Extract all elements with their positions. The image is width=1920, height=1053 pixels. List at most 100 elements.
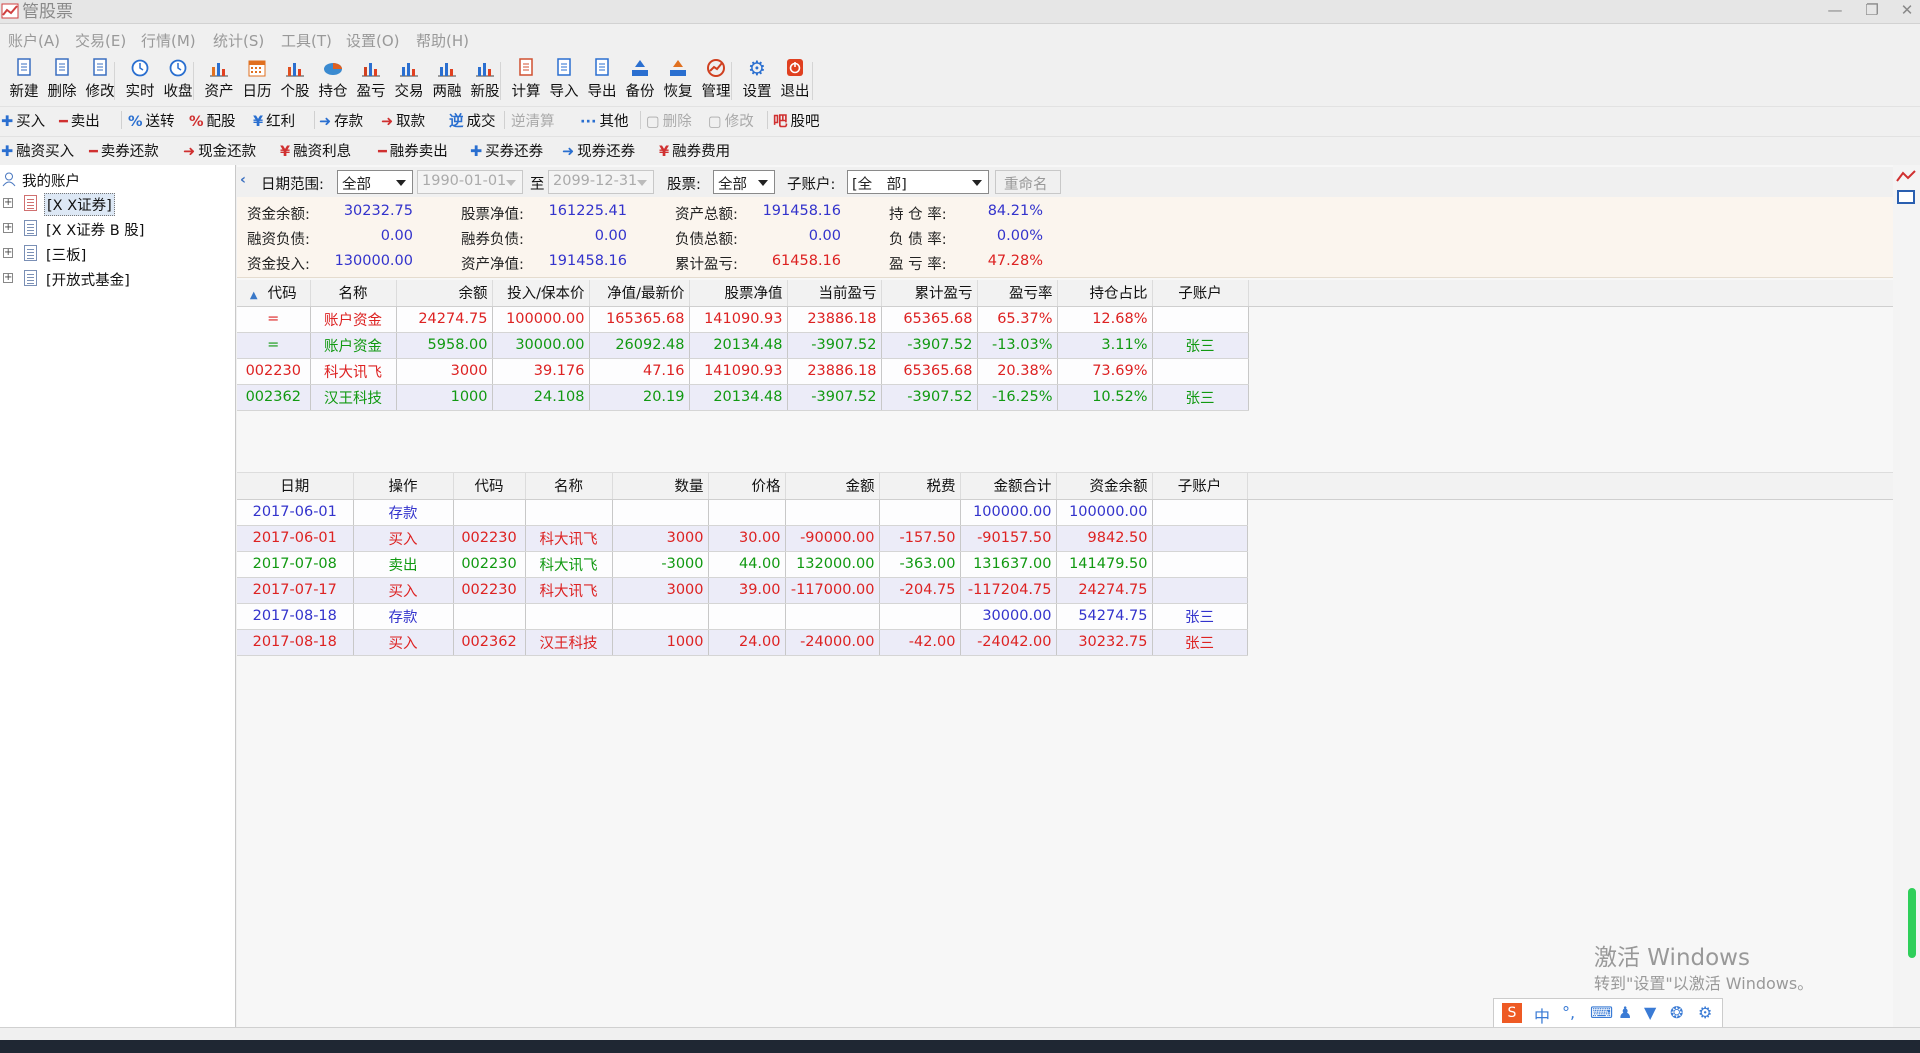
collapse-sidebar-icon[interactable]: ‹ [240,172,246,188]
window-icon[interactable] [1896,189,1916,205]
tree-item-xx-securities[interactable]: + [X X证券] [0,192,236,216]
holdings-column-header[interactable]: 子账户 [1152,280,1249,307]
holdings-column-header[interactable]: 累计盈亏 [881,280,978,307]
ime-logo-icon[interactable]: S [1502,1003,1522,1023]
transactions-column-header[interactable]: 金额 [785,473,880,500]
transactions-cell: -24042.00 [960,629,1057,656]
transactions-row[interactable]: 2017-07-17 买入 002230 科大讯飞 3000 39.00 -117000.0… [237,577,1248,604]
toolbar-separator [812,62,813,100]
ime-punct-icon[interactable]: °, [1562,1003,1575,1022]
transactions-cell [525,603,613,630]
op-margin-5[interactable]: ✚ 买券还券 [470,140,543,161]
ime-user-icon[interactable]: ♟ [1618,1003,1632,1022]
close-button[interactable]: ✕ [1892,0,1920,22]
tree-item-xx-securities-b[interactable]: + [X X证券 B 股] [0,217,236,241]
ime-mode-toggle[interactable]: 中 [1534,1003,1550,1027]
transactions-row[interactable]: 2017-06-01 买入 002230 科大讯飞 3000 30.00 -90000.00… [237,525,1248,552]
expand-icon[interactable]: + [3,248,13,258]
date-from-picker[interactable]: 1990-01-01 [417,170,523,194]
holdings-row[interactable]: = 账户资金 5958.00 30000.00 26092.48 20134.48 -390… [237,332,1249,359]
op-trade-9[interactable]: ··· 其他 [580,110,629,131]
op-trade-5[interactable]: ➜ 存款 [319,110,363,131]
holdings-column-header[interactable]: 名称 [310,280,397,307]
holdings-column-header[interactable]: 当前盈亏 [787,280,882,307]
op-trade-2[interactable]: % 送转 [128,110,175,131]
transactions-column-header[interactable]: 名称 [525,473,613,500]
op-trade-7[interactable]: 逆成交 [449,110,496,131]
op-margin-7[interactable]: ¥ 融券费用 [659,140,730,161]
holdings-column-header[interactable]: 持仓占比 [1057,280,1153,307]
tree-item-third-board[interactable]: + [三板] [0,242,236,266]
holdings-column-header[interactable]: ▲ 代码 [237,280,311,307]
transactions-column-header[interactable]: 资金余额 [1056,473,1153,500]
mini-chart-icon[interactable] [1896,169,1916,183]
scroll-indicator[interactable] [1908,888,1916,958]
tree-root[interactable]: 我的账户 [0,168,236,192]
transactions-row[interactable]: 2017-08-18 买入 002362 汉王科技 1000 24.00 -24000.00… [237,629,1248,656]
ime-tools-icon[interactable]: ❂ [1670,1003,1683,1022]
op-trade-0[interactable]: ✚ 买入 [1,110,45,131]
transactions-row[interactable]: 2017-07-08 卖出 002230 科大讯飞 -3000 44.00 132000.0… [237,551,1248,578]
transactions-row[interactable]: 2017-08-18 存款 30000.00 54274.75 张三 [237,603,1248,630]
holdings-column-header[interactable]: 股票净值 [689,280,788,307]
date-to-picker[interactable]: 2099-12-31 [548,170,654,194]
holdings-row[interactable]: 002362 汉王科技 1000 24.108 20.19 20134.48 -3907.5… [237,384,1249,411]
op-label: 送转 [145,114,175,130]
op-trade-11[interactable]: ▢ 修改 [708,110,754,131]
rename-button[interactable]: 重命名 [995,170,1061,194]
op-trade-12[interactable]: 吧股吧 [773,110,820,131]
toolbar-exit-button[interactable]: 退出 [773,58,817,102]
holdings-row[interactable]: 002230 科大讯飞 3000 39.176 47.16 141090.93 23886.… [237,358,1249,385]
menu-stats[interactable]: 统计(S) [213,30,264,51]
transactions-column-header[interactable]: 价格 [708,473,786,500]
op-label: 修改 [724,114,754,130]
op-trade-4[interactable]: ¥ 红利 [253,110,295,131]
subaccount-select[interactable]: [全 部] [847,170,989,194]
expand-icon[interactable]: + [3,223,13,233]
holdings-column-header[interactable]: 投入/保本价 [492,280,590,307]
transactions-column-header[interactable]: 税费 [879,473,961,500]
date-range-select[interactable]: 全部 [337,170,413,194]
op-margin-0[interactable]: ✚ 融资买入 [1,140,74,161]
transactions-row[interactable]: 2017-06-01 存款 100000.00 100000.00 [237,499,1248,526]
op-trade-10[interactable]: ▢ 删除 [646,110,692,131]
menu-trade[interactable]: 交易(E) [75,30,126,51]
menu-help[interactable]: 帮助(H) [416,30,469,51]
op-margin-4[interactable]: ━ 融券卖出 [378,140,448,161]
op-label: 卖出 [70,114,100,130]
menu-settings[interactable]: 设置(O) [346,30,400,51]
holdings-row[interactable]: = 账户资金 24274.75 100000.00 165365.68 141090.93… [237,306,1249,333]
op-label: 卖券还款 [100,144,159,160]
transactions-column-header[interactable]: 操作 [353,473,454,500]
transactions-column-header[interactable]: 代码 [453,473,526,500]
op-margin-2[interactable]: ➜ 现金还款 [183,140,256,161]
op-trade-1[interactable]: ━ 卖出 [59,110,100,131]
tree-item-open-fund[interactable]: + [开放式基金] [0,267,236,291]
ime-skin-icon[interactable]: ▼ [1644,1003,1656,1022]
holdings-column-header[interactable]: 净值/最新价 [589,280,690,307]
op-trade-6[interactable]: ➜ 取款 [381,110,425,131]
op-margin-1[interactable]: ━ 卖券还款 [89,140,159,161]
transactions-column-header[interactable]: 日期 [237,473,354,500]
holdings-column-header[interactable]: 盈亏率 [977,280,1058,307]
transactions-column-header[interactable]: 子账户 [1152,473,1248,500]
op-trade-8[interactable]: 逆清算 [511,110,555,131]
ime-settings-gear-icon[interactable]: ⚙ [1698,1003,1712,1022]
stock-filter-select[interactable]: 全部 [713,170,775,194]
menu-market[interactable]: 行情(M) [141,30,196,51]
op-symbol-icon: ━ [59,114,68,130]
transactions-column-header[interactable]: 金额合计 [960,473,1057,500]
minimize-button[interactable]: — [1820,0,1850,22]
menu-tools[interactable]: 工具(T) [281,30,332,51]
restore-button[interactable]: ❐ [1857,0,1887,22]
menu-account[interactable]: 账户(A) [8,30,60,51]
transactions-column-header[interactable]: 数量 [612,473,709,500]
expand-icon[interactable]: + [3,198,13,208]
keyboard-icon[interactable]: ⌨ [1590,1003,1613,1022]
expand-icon[interactable]: + [3,273,13,283]
op-trade-3[interactable]: % 配股 [189,110,236,131]
transactions-cell: 002362 [453,629,526,656]
holdings-column-header[interactable]: 余额 [396,280,493,307]
op-margin-6[interactable]: ➜ 现券还券 [562,140,635,161]
op-margin-3[interactable]: ¥ 融资利息 [280,140,351,161]
